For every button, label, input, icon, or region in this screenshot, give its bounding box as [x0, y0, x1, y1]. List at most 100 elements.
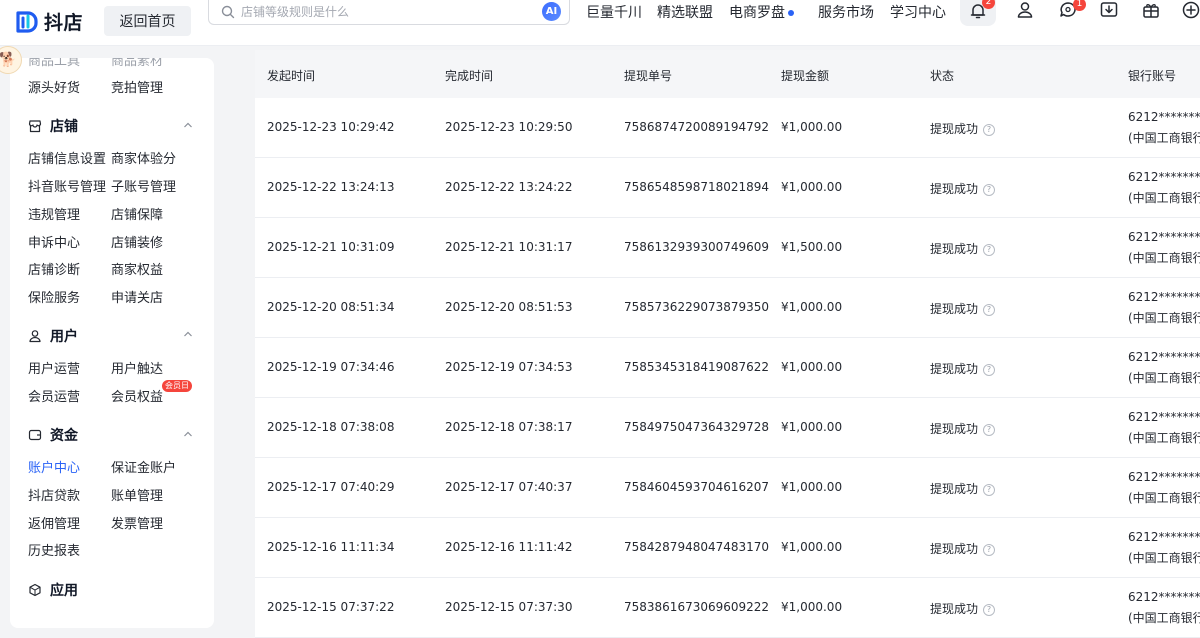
sidebar-item-insurance[interactable]: 保险服务	[28, 287, 80, 306]
gift-icon[interactable]	[1141, 0, 1161, 20]
sidebar-item-douyin-accounts[interactable]: 抖音账号管理	[28, 176, 106, 195]
cell-end-time: 2025-12-21 10:31:17	[445, 240, 573, 254]
sidebar-item-merchant-rights[interactable]: 商家权益	[111, 259, 163, 278]
nav-qianchuan[interactable]: 巨量千川	[586, 2, 642, 22]
sidebar-section-apps-title: 应用	[50, 583, 78, 599]
sidebar-section-store[interactable]: 店铺	[28, 116, 78, 136]
sidebar-item-invoice[interactable]: 发票管理	[111, 513, 163, 532]
help-icon[interactable]: ?	[983, 363, 996, 376]
sidebar-item-product-tools[interactable]: 商品工具	[28, 58, 80, 69]
wallet-icon	[28, 429, 42, 441]
sidebar-item-user-operation[interactable]: 用户运营	[28, 358, 80, 377]
sidebar-item-user-reach[interactable]: 用户触达	[111, 358, 163, 377]
sidebar-item-deposit-account[interactable]: 保证金账户	[111, 457, 176, 476]
chevron-up-icon[interactable]	[182, 119, 194, 131]
cell-bank-number: 6212*********	[1128, 290, 1200, 304]
sidebar-item-member-operation[interactable]: 会员运营	[28, 386, 80, 405]
sidebar-section-user[interactable]: 用户	[28, 326, 78, 346]
account-icon[interactable]	[1015, 0, 1035, 20]
sidebar-item-appeal-center[interactable]: 申诉中心	[28, 232, 80, 251]
column-header-start-time: 发起时间	[267, 69, 316, 83]
help-icon[interactable]: ?	[983, 543, 996, 556]
sidebar-item-close-store[interactable]: 申请关店	[111, 287, 163, 306]
search-input[interactable]	[241, 5, 531, 19]
doudian-logo-icon	[16, 10, 38, 33]
logo[interactable]: 抖店	[14, 8, 83, 35]
table-header: 发起时间 完成时间 提现单号 提现金额 状态 银行账号	[255, 50, 1200, 98]
table-row: 2025-12-19 07:34:46 2025-12-19 07:34:53 75…	[255, 338, 1200, 398]
help-icon[interactable]: ?	[983, 603, 996, 616]
notification-button[interactable]: 2	[960, 0, 996, 26]
cell-start-time: 2025-12-19 07:34:46	[267, 360, 395, 374]
store-icon	[28, 120, 42, 133]
help-icon[interactable]: ?	[983, 483, 996, 496]
sidebar-item-store-protection[interactable]: 店铺保障	[111, 204, 163, 223]
sidebar-item-store-info[interactable]: 店铺信息设置	[28, 148, 106, 167]
cell-bank-name: (中国工商银行	[1128, 371, 1200, 385]
cell-bank-number: 6212*********	[1128, 590, 1200, 604]
withdrawal-table: 发起时间 完成时间 提现单号 提现金额 状态 银行账号 2025-12-23 1…	[255, 50, 1200, 638]
cell-bank-number: 6212*********	[1128, 110, 1200, 124]
help-icon[interactable]: ?	[983, 303, 996, 316]
table-row: 2025-12-20 08:51:34 2025-12-20 08:51:53 75…	[255, 278, 1200, 338]
logo-text: 抖店	[44, 12, 84, 34]
status-text: 提现成功	[930, 362, 979, 376]
sidebar: 商品工具 商品素材 源头好货 竞拍管理 店铺 店铺信息设置 商家体验分 抖音账号…	[10, 58, 214, 628]
cell-order-no: 7584287948047483170	[624, 540, 770, 554]
table-row: 2025-12-21 10:31:09 2025-12-21 10:31:17 75…	[255, 218, 1200, 278]
sidebar-section-apps[interactable]: 应用	[28, 580, 78, 600]
sidebar-item-source-goods[interactable]: 源头好货	[28, 77, 80, 96]
sidebar-item-sub-accounts[interactable]: 子账号管理	[111, 176, 176, 195]
sidebar-item-member-rights[interactable]: 会员权益	[111, 386, 163, 405]
sidebar-item-bill-management[interactable]: 账单管理	[111, 485, 163, 504]
sidebar-item-product-material[interactable]: 商品素材	[111, 58, 163, 69]
help-icon[interactable]: ?	[983, 123, 996, 136]
sidebar-item-bidding[interactable]: 竞拍管理	[111, 77, 163, 96]
cell-amount: ¥1,500.00	[781, 240, 843, 254]
search-box[interactable]: AI	[208, 0, 570, 25]
cell-order-no: 7585736229073879350	[624, 300, 770, 314]
cell-status: 提现成功?	[930, 120, 996, 137]
sidebar-item-experience-score[interactable]: 商家体验分	[111, 148, 176, 167]
nav-learning-center[interactable]: 学习中心	[890, 2, 946, 22]
help-icon[interactable]: ?	[983, 183, 996, 196]
ai-assistant-button[interactable]: AI	[542, 2, 561, 21]
member-day-tag: 会员日	[162, 380, 192, 392]
sidebar-item-history-report[interactable]: 历史报表	[28, 540, 80, 559]
sidebar-item-account-center[interactable]: 账户中心	[28, 457, 80, 476]
cell-start-time: 2025-12-23 10:29:42	[267, 120, 395, 134]
nav-alliance[interactable]: 精选联盟	[657, 2, 713, 22]
help-icon[interactable]: ?	[983, 423, 996, 436]
cell-end-time: 2025-12-23 10:29:50	[445, 120, 573, 134]
back-home-button[interactable]: 返回首页	[104, 6, 191, 36]
status-text: 提现成功	[930, 482, 979, 496]
help-icon[interactable]: ?	[983, 243, 996, 256]
chevron-up-icon[interactable]	[182, 328, 194, 340]
nav-service-market[interactable]: 服务市场	[818, 2, 874, 22]
sidebar-item-store-loan[interactable]: 抖店贷款	[28, 485, 80, 504]
cell-amount: ¥1,000.00	[781, 360, 843, 374]
table-row: 2025-12-17 07:40:29 2025-12-17 07:40:37 75…	[255, 458, 1200, 518]
download-icon[interactable]	[1099, 0, 1119, 20]
cell-start-time: 2025-12-21 10:31:09	[267, 240, 395, 254]
sidebar-item-violations[interactable]: 违规管理	[28, 204, 80, 223]
sidebar-item-commission[interactable]: 返佣管理	[28, 513, 80, 532]
sidebar-section-user-title: 用户	[50, 329, 78, 345]
cell-status: 提现成功?	[930, 420, 996, 437]
chevron-up-icon[interactable]	[182, 428, 194, 440]
cell-bank-number: 6212*********	[1128, 350, 1200, 364]
cell-end-time: 2025-12-18 07:38:17	[445, 420, 573, 434]
sidebar-item-store-decoration[interactable]: 店铺装修	[111, 232, 163, 251]
column-header-order-no: 提现单号	[624, 69, 673, 83]
column-header-end-time: 完成时间	[445, 69, 494, 83]
nav-compass[interactable]: 电商罗盘	[729, 2, 794, 22]
sidebar-item-store-diagnosis[interactable]: 店铺诊断	[28, 259, 80, 278]
add-circle-icon[interactable]	[1181, 0, 1200, 20]
column-header-status: 状态	[930, 69, 955, 83]
cell-end-time: 2025-12-16 11:11:42	[445, 540, 573, 554]
sidebar-section-funds[interactable]: 资金	[28, 425, 78, 445]
cell-order-no: 7586874720089194792	[624, 120, 770, 134]
status-text: 提现成功	[930, 422, 979, 436]
cell-bank-name: (中国工商银行	[1128, 311, 1200, 325]
cell-order-no: 7584604593704616207	[624, 480, 770, 494]
